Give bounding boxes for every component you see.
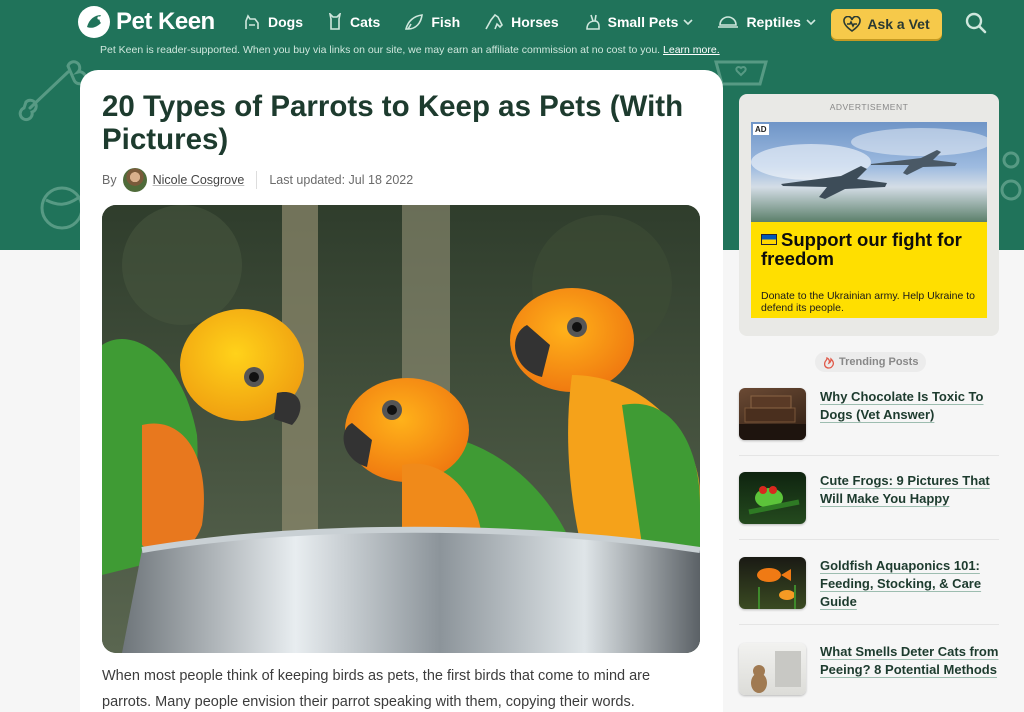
article-title: 20 Types of Parrots to Keep as Pets (Wit… [102,90,684,156]
heart-pulse-icon [843,16,862,32]
trending-label: Trending Posts [839,356,919,368]
nav-dogs[interactable]: Dogs [243,13,303,31]
ad-headline: Support our fight for freedom [761,229,962,269]
fighter-jets-image: AD [751,122,987,222]
chevron-down-icon [806,19,816,26]
chocolate-thumbnail [739,388,806,440]
paw-icon [1000,151,1022,201]
post-divider [739,539,999,540]
ad-headline-block: Support our fight for freedom [761,230,987,268]
advertisement: ADVERTISEMENT AD Support our fight for f… [739,94,999,336]
cat-thumbnail [739,643,806,695]
ad-tag: AD [753,124,769,135]
last-updated: Last updated: Jul 18 2022 [269,173,414,187]
frog-thumbnail [739,472,806,524]
bone-icon [18,60,88,122]
nav-reptiles[interactable]: Reptiles [717,13,816,31]
affiliate-disclaimer: Pet Keen is reader-supported. When you b… [100,44,720,56]
by-label: By [102,173,117,187]
ask-a-vet-button[interactable]: Ask a Vet [831,9,942,39]
parrots-photo [102,205,700,653]
ukraine-flag-icon [761,234,777,245]
search-icon [965,12,987,34]
article-hero-image [102,205,700,653]
ad-subtext: Donate to the Ukrainian army. Help Ukrai… [761,290,975,314]
cat-icon [328,13,342,30]
byline: By Nicole Cosgrove Last updated: Jul 18 … [102,168,413,192]
trending-post[interactable]: Cute Frogs: 9 Pictures That Will Make Yo… [739,472,999,524]
byline-divider [256,171,258,189]
nav-small-pets-label: Small Pets [607,14,679,30]
post-divider [739,455,999,456]
ad-label: ADVERTISEMENT [829,102,909,112]
trending-post[interactable]: Why Chocolate Is Toxic To Dogs (Vet Answ… [739,388,999,440]
nav-fish-label: Fish [431,14,461,30]
ball-icon [40,186,84,230]
fish-icon [405,14,424,30]
site-logo[interactable]: Pet Keen [78,6,215,38]
trending-post[interactable]: Goldfish Aquaponics 101: Feeding, Stocki… [739,557,999,611]
logo-text: Pet Keen [116,8,215,35]
main-nav: Dogs Cats Fish Horses Small Pets Reptile… [243,0,840,44]
nav-horses-label: Horses [511,14,559,30]
learn-more-link[interactable]: Learn more. [663,44,720,56]
nav-dogs-label: Dogs [268,14,303,30]
ad-banner[interactable]: AD Support our fight for freedom Donate … [751,122,987,318]
nav-cats[interactable]: Cats [327,13,380,31]
article-intro: When most people think of keeping birds … [102,668,651,710]
trending-posts-badge: Trending Posts [815,352,927,372]
nav-fish[interactable]: Fish [404,13,460,31]
chevron-down-icon [683,19,694,26]
ad-text-panel: Support our fight for freedom Donate to … [751,222,987,318]
disclaimer-text: Pet Keen is reader-supported. When you b… [100,44,661,56]
author-avatar[interactable] [122,168,147,192]
horse-icon [485,13,504,30]
post-divider [739,624,999,625]
top-navigation: Pet Keen Dogs Cats Fish Horses Small Pet… [0,0,1024,44]
author-link[interactable]: Nicole Cosgrove [153,173,245,187]
trending-post-title: Goldfish Aquaponics 101: Feeding, Stocki… [820,558,982,609]
trending-post-title: What Smells Deter Cats from Peeing? 8 Po… [820,644,999,677]
pet-keen-logo-icon [78,6,110,38]
dog-icon [245,14,259,29]
nav-cats-label: Cats [350,14,381,30]
nav-horses[interactable]: Horses [484,13,559,31]
trending-post[interactable]: What Smells Deter Cats from Peeing? 8 Po… [739,643,999,695]
flame-icon [823,356,835,369]
nav-small-pets[interactable]: Small Pets [583,13,694,31]
turtle-icon [718,16,739,28]
trending-post-title: Cute Frogs: 9 Pictures That Will Make Yo… [820,473,990,506]
goldfish-thumbnail [739,557,806,609]
ask-a-vet-label: Ask a Vet [867,16,930,32]
nav-reptiles-label: Reptiles [746,14,801,30]
trending-post-title: Why Chocolate Is Toxic To Dogs (Vet Answ… [820,389,984,422]
rabbit-icon [585,14,600,30]
search-button[interactable] [965,12,987,39]
